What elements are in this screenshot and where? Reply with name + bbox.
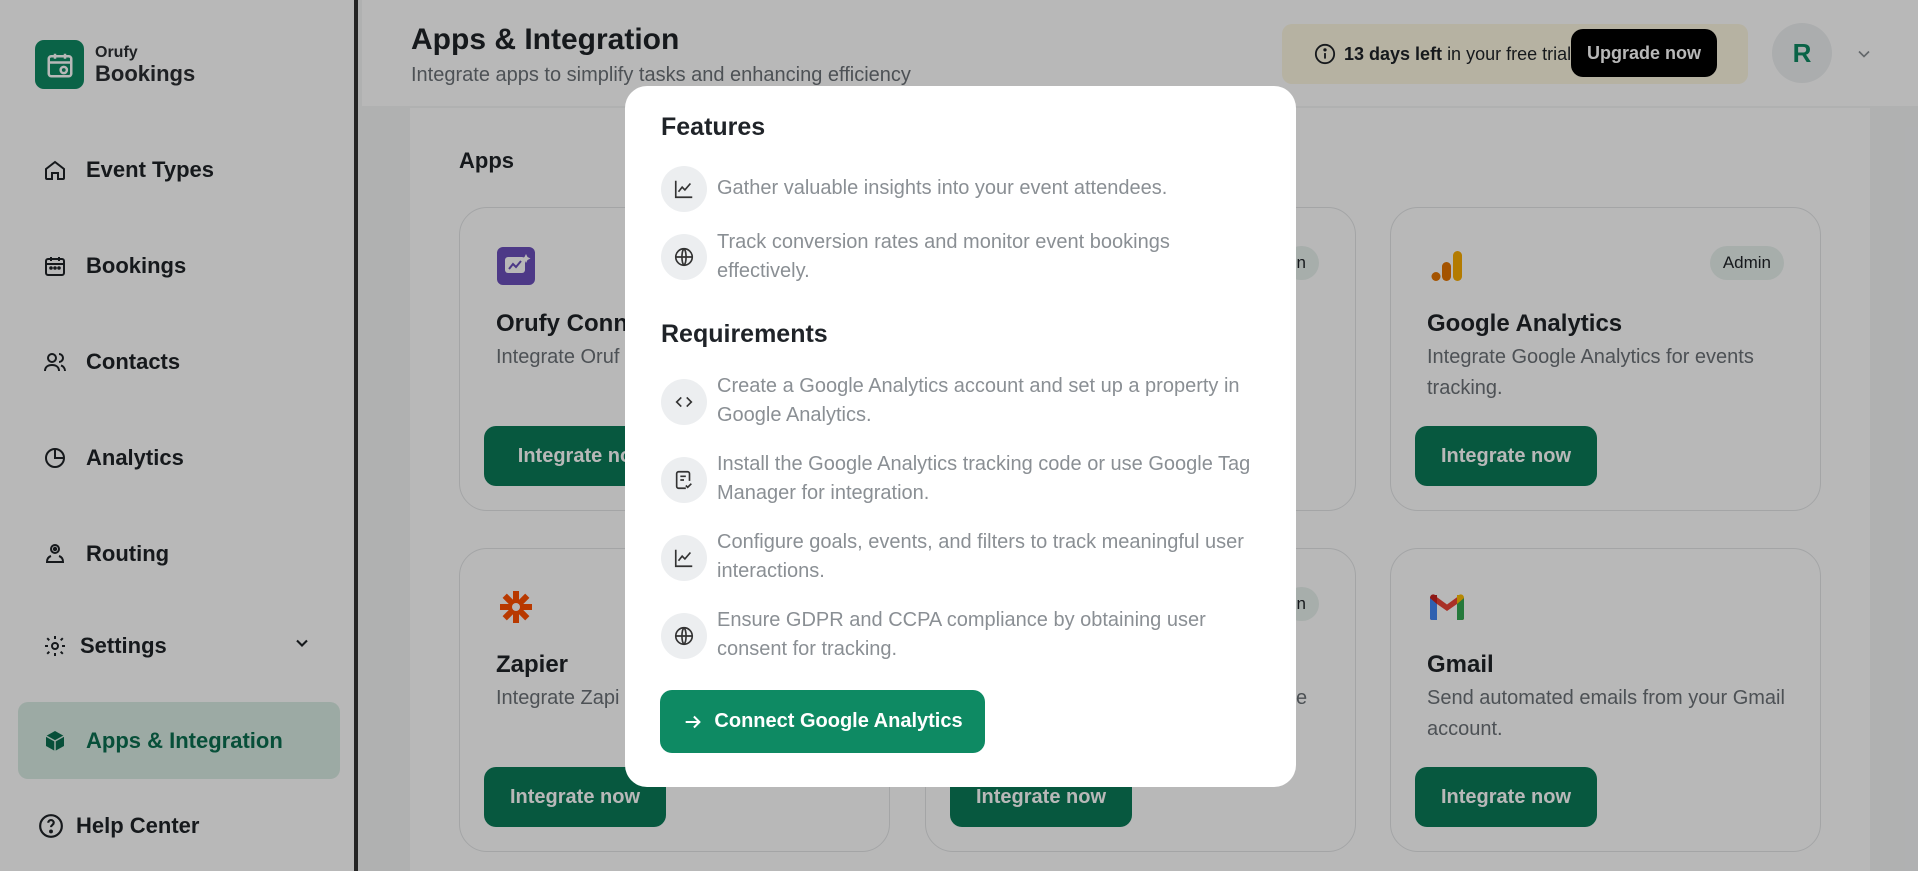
feature-text: Track conversion rates and monitor event… bbox=[717, 231, 1170, 282]
requirement-text: Create a Google Analytics account and se… bbox=[717, 375, 1240, 426]
globe-icon bbox=[661, 613, 707, 659]
requirement-text: Ensure GDPR and CCPA compliance by obtai… bbox=[717, 609, 1206, 660]
requirement-text: Configure goals, events, and filters to … bbox=[717, 531, 1244, 582]
features-title: Features bbox=[661, 113, 766, 141]
requirement-item: Ensure GDPR and CCPA compliance by obtai… bbox=[661, 609, 1261, 664]
connect-label: Connect Google Analytics bbox=[714, 710, 963, 732]
requirement-item: Configure goals, events, and filters to … bbox=[661, 531, 1261, 586]
arrow-right-icon bbox=[682, 711, 704, 733]
document-check-icon bbox=[661, 457, 707, 503]
feature-item: Track conversion rates and monitor event… bbox=[661, 231, 1261, 286]
connect-google-analytics-button[interactable]: Connect Google Analytics bbox=[660, 690, 985, 753]
line-chart-icon bbox=[661, 535, 707, 581]
requirement-item: Create a Google Analytics account and se… bbox=[661, 375, 1261, 430]
code-icon bbox=[661, 379, 707, 425]
requirements-title: Requirements bbox=[661, 320, 828, 348]
integration-details-modal: Features Gather valuable insights into y… bbox=[625, 86, 1296, 787]
feature-text: Gather valuable insights into your event… bbox=[717, 177, 1168, 199]
feature-item: Gather valuable insights into your event… bbox=[661, 166, 1261, 212]
requirement-text: Install the Google Analytics tracking co… bbox=[717, 453, 1251, 504]
requirement-item: Install the Google Analytics tracking co… bbox=[661, 453, 1261, 508]
line-chart-icon bbox=[661, 166, 707, 212]
globe-icon bbox=[661, 234, 707, 280]
